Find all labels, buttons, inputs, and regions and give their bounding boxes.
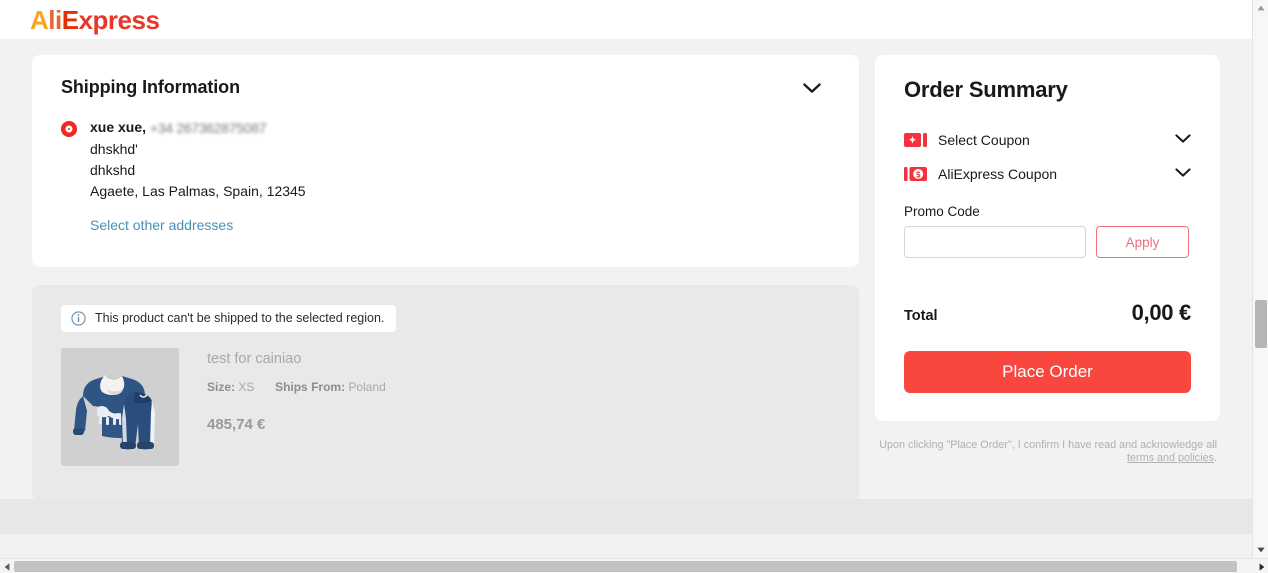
place-order-button[interactable]: Place Order	[904, 351, 1191, 393]
address-radio-selected[interactable]	[61, 121, 77, 137]
total-label: Total	[904, 308, 938, 324]
select-coupon-label: Select Coupon	[938, 132, 1030, 148]
scroll-up-button[interactable]	[1253, 0, 1268, 16]
site-header: AliExpress	[0, 0, 1252, 39]
product-info: test for cainiao Size: XS Ships From: Po…	[207, 348, 386, 466]
left-column: Shipping Information xue xue, +34 267362…	[32, 55, 859, 501]
logo-part-a: A	[30, 4, 49, 35]
vertical-scroll-thumb[interactable]	[1255, 300, 1267, 348]
svg-text:$: $	[916, 170, 921, 179]
horizontal-scroll-thumb[interactable]	[14, 561, 1237, 572]
triangle-right-icon	[1259, 562, 1264, 571]
aliexpress-coupon-row[interactable]: $ AliExpress Coupon	[904, 161, 1191, 187]
address-line-2: dhkshd	[90, 162, 136, 178]
triangle-up-icon	[1257, 5, 1265, 11]
address-name: xue xue,	[90, 119, 147, 135]
total-row: Total 0,00 €	[904, 300, 1191, 326]
blue-kids-tracksuit-image	[61, 348, 179, 466]
total-value: 0,00 €	[1131, 300, 1192, 325]
scroll-down-button[interactable]	[1253, 542, 1268, 558]
vertical-scrollbar[interactable]	[1252, 0, 1268, 558]
horizontal-scrollbar[interactable]	[0, 558, 1268, 573]
shipping-collapse-button[interactable]	[803, 83, 829, 103]
product-attributes: Size: XS Ships From: Poland	[207, 380, 386, 394]
triangle-down-icon	[1257, 547, 1265, 553]
logo-part-e: E	[61, 4, 79, 35]
aliexpress-logo[interactable]: AliExpress	[30, 4, 160, 35]
chevron-down-icon[interactable]	[1175, 168, 1191, 178]
ships-from-value: Poland	[348, 380, 386, 394]
page-footer-band	[0, 499, 1252, 534]
triangle-left-icon	[4, 562, 9, 571]
logo-part-li: li	[48, 4, 62, 35]
aliexpress-coupon-label: AliExpress Coupon	[938, 166, 1058, 182]
address-name-phone: xue xue, +34 267362875087	[90, 117, 835, 139]
disclaimer-period: .	[1214, 452, 1217, 464]
chevron-down-icon[interactable]	[1175, 134, 1191, 144]
product-thumbnail[interactable]	[61, 348, 179, 466]
address-entry[interactable]: xue xue, +34 267362875087 dhskhd' dhkshd…	[61, 117, 835, 235]
select-coupon-row[interactable]: Select Coupon	[904, 127, 1191, 153]
terms-and-policies-link[interactable]: terms and policies	[1127, 452, 1214, 464]
scroll-left-button[interactable]	[0, 559, 13, 573]
ships-from-label: Ships From:	[275, 380, 346, 394]
product-name[interactable]: test for cainiao	[207, 351, 386, 367]
coupon-sparkle-icon	[904, 133, 927, 147]
size-label: Size:	[207, 380, 236, 394]
promo-code-input[interactable]	[904, 226, 1086, 258]
product-row: test for cainiao Size: XS Ships From: Po…	[61, 348, 835, 466]
promo-code-label: Promo Code	[904, 204, 980, 219]
browser-viewport: AliExpress Shipping Information xue xue,…	[0, 0, 1268, 573]
address-phone: +34 267362875087	[149, 120, 267, 136]
promo-code-row: Apply	[904, 226, 1191, 258]
shipping-information-title: Shipping Information	[61, 77, 240, 97]
order-disclaimer: Upon clicking "Place Order", I confirm I…	[875, 439, 1220, 465]
apply-promo-button[interactable]: Apply	[1096, 226, 1189, 258]
size-value: XS	[238, 380, 255, 394]
checkout-page: Shipping Information xue xue, +34 267362…	[0, 39, 1252, 534]
right-column: Order Summary Select Coupon $ AliExpress…	[875, 55, 1220, 465]
address-line-1: dhskhd'	[90, 141, 138, 157]
order-summary-title: Order Summary	[904, 77, 1068, 102]
disclaimer-text: Upon clicking "Place Order", I confirm I…	[879, 439, 1217, 451]
scroll-right-button[interactable]	[1255, 559, 1268, 573]
info-circle-icon	[71, 311, 86, 326]
chevron-down-icon	[803, 83, 821, 93]
select-other-addresses-link[interactable]: Select other addresses	[90, 217, 233, 233]
order-summary-card: Order Summary Select Coupon $ AliExpress…	[875, 55, 1220, 421]
shipping-information-card: Shipping Information xue xue, +34 267362…	[32, 55, 859, 267]
product-card: This product can't be shipped to the sel…	[32, 285, 859, 501]
coupon-dollar-icon: $	[904, 167, 927, 181]
shipping-restriction-text: This product can't be shipped to the sel…	[95, 311, 385, 326]
logo-part-xpress: xpress	[78, 4, 160, 35]
address-line-3: Agaete, Las Palmas, Spain, 12345	[90, 183, 306, 199]
shipping-restriction-banner: This product can't be shipped to the sel…	[61, 305, 397, 332]
product-price: 485,74 €	[207, 416, 266, 433]
